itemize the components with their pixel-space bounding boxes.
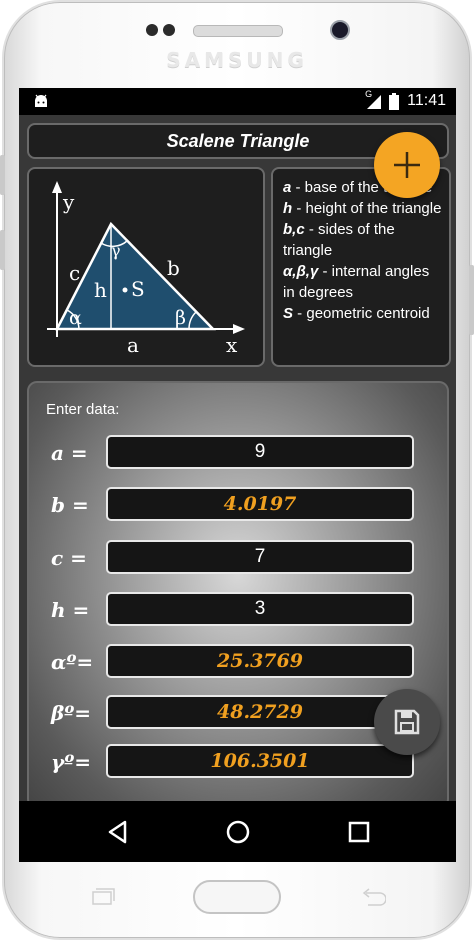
android-notification-icon [35,94,47,107]
power-button [469,265,474,335]
gamma-input[interactable]: 106.3501 [106,744,414,778]
field-row-alpha: αº= 25.3769 [29,644,451,684]
earpiece-speaker [193,25,283,37]
save-button[interactable] [374,689,440,755]
screen: G 11:41 Scalene Triangle y x a b c h S α… [19,88,456,862]
side-c-label: c [69,261,80,285]
signal-icon: G [365,89,382,109]
y-axis-label: y [62,190,75,214]
status-time: 11:41 [407,92,446,109]
field-row-a: a = 9 [29,435,451,475]
recent-apps-key-icon[interactable] [90,887,116,907]
add-button[interactable] [374,132,440,198]
field-row-c: c = 7 [29,540,451,580]
alpha-label: α [69,307,82,329]
proximity-sensor [146,24,158,36]
app-content: Scalene Triangle y x a b c h S α β γ a -… [19,115,456,809]
beta-label: β [175,307,186,329]
status-bar: G 11:41 [19,88,456,115]
back-icon[interactable] [103,817,133,847]
battery-icon [389,92,400,110]
field-label: αº= [51,650,94,674]
network-type-label: G [365,89,373,99]
x-axis-label: x [226,333,238,357]
side-b-input[interactable]: 4.0197 [106,487,414,521]
legend-item: h - height of the triangle [283,200,442,217]
legend-item: b,c - sides of the triangle [283,221,395,259]
side-b-label: b [167,256,180,280]
gamma-label: γ [111,241,121,260]
recents-icon[interactable] [344,817,374,847]
home-icon[interactable] [223,817,253,847]
floppy-disk-icon [394,709,420,735]
legend-item: S - geometric centroid [283,305,430,322]
field-label: c = [51,546,87,570]
height-label: h [94,278,107,302]
side-a-label: a [127,333,139,357]
legend-panel: a - base of the triangle h - height of t… [271,167,451,367]
field-row-h: h = 3 [29,592,451,632]
hardware-home-button[interactable] [193,880,281,914]
side-c-input[interactable]: 7 [106,540,414,574]
enter-data-label: Enter data: [46,401,120,418]
field-row-b: b = 4.0197 [29,487,451,527]
field-label: βº= [51,701,92,725]
beta-input[interactable]: 48.2729 [106,695,414,729]
field-label: h = [51,598,90,622]
height-input[interactable]: 3 [106,592,414,626]
triangle-diagram: y x a b c h S α β γ [27,167,265,367]
front-camera [330,20,350,40]
volume-button [0,155,5,195]
field-label: γº= [51,750,91,774]
navigation-bar [19,801,456,862]
light-sensor [163,24,175,36]
field-label: a = [51,441,88,465]
legend-item: α,β,γ - internal angles in degrees [283,263,430,301]
side-a-input[interactable]: 9 [106,435,414,469]
centroid-label: S [131,277,145,301]
plus-icon [394,152,420,178]
field-row-gamma: γº= 106.3501 [29,744,451,784]
back-key-icon[interactable] [360,887,386,907]
field-label: b = [51,493,89,517]
brand-logo: SAMSUNG [166,48,308,72]
alpha-input[interactable]: 25.3769 [106,644,414,678]
triangle-diagram-svg: y x a b c h S α β γ [47,181,245,357]
volume-down-button [0,230,5,270]
